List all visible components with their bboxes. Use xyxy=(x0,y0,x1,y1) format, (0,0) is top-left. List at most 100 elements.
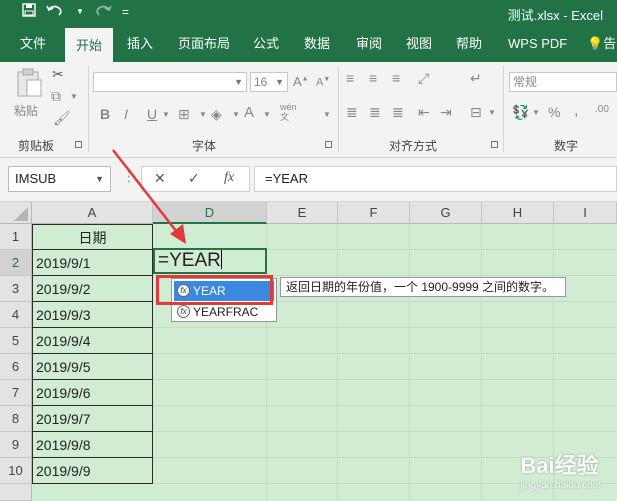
tab-formulas[interactable]: 公式 xyxy=(253,26,279,62)
number-format-select[interactable]: 常规 xyxy=(509,72,617,92)
merge-center-icon[interactable]: ⊟ xyxy=(470,104,482,121)
increase-decimal-icon[interactable]: .00 xyxy=(595,104,609,115)
tab-insert[interactable]: 插入 xyxy=(127,26,153,62)
borders-icon[interactable]: ⊞ xyxy=(178,106,190,123)
customize-qat-icon[interactable]: = xyxy=(122,5,129,19)
row-header-9[interactable]: 9 xyxy=(0,432,32,458)
font-color-dropdown-icon[interactable]: ▼ xyxy=(263,110,271,119)
cell-a1[interactable]: 日期 xyxy=(32,224,153,250)
autocomplete-item-yearfrac[interactable]: fx YEARFRAC xyxy=(174,302,274,322)
cut-icon[interactable]: ✂ xyxy=(52,66,64,83)
tab-home[interactable]: 开始 xyxy=(65,26,114,62)
font-name-select[interactable]: ▼ xyxy=(93,72,247,92)
fill-color-icon[interactable]: ◈ xyxy=(211,106,222,123)
format-painter-icon[interactable]: 🖌 xyxy=(53,110,71,127)
lightbulb-icon: 💡 xyxy=(587,36,604,51)
underline-dropdown-icon[interactable]: ▼ xyxy=(162,110,170,119)
column-header-f[interactable]: F xyxy=(338,202,410,224)
underline-button[interactable]: U xyxy=(147,106,157,122)
currency-dropdown-icon[interactable]: ▼ xyxy=(532,108,540,117)
row-header-11[interactable] xyxy=(0,484,32,501)
row-header-6[interactable]: 6 xyxy=(0,354,32,380)
cell-a5[interactable]: 2019/9/4 xyxy=(32,328,153,354)
row-header-3[interactable]: 3 xyxy=(0,276,32,302)
column-header-h[interactable]: H xyxy=(482,202,554,224)
phonetic-dropdown-icon[interactable]: ▼ xyxy=(323,110,331,119)
clipboard-launcher[interactable] xyxy=(75,141,82,148)
font-launcher[interactable] xyxy=(325,141,332,148)
comma-style-icon[interactable]: , xyxy=(574,102,578,120)
tab-review[interactable]: 审阅 xyxy=(356,26,382,62)
fill-dropdown-icon[interactable]: ▼ xyxy=(232,110,240,119)
select-all-corner[interactable] xyxy=(0,202,32,224)
alignment-launcher[interactable] xyxy=(491,141,498,148)
align-top-icon[interactable]: ≡ xyxy=(346,70,354,86)
row-header-2[interactable]: 2 xyxy=(0,250,32,276)
cell-a2[interactable]: 2019/9/1 xyxy=(32,250,153,276)
row-header-8[interactable]: 8 xyxy=(0,406,32,432)
copy-icon[interactable]: ⧉ xyxy=(51,88,61,105)
align-bottom-icon[interactable]: ≡ xyxy=(392,70,400,86)
cell-a8[interactable]: 2019/9/7 xyxy=(32,406,153,432)
cell-a3[interactable]: 2019/9/2 xyxy=(32,276,153,302)
insert-function-icon[interactable]: fx xyxy=(224,170,234,186)
column-header-a[interactable]: A xyxy=(32,202,153,224)
tab-data[interactable]: 数据 xyxy=(304,26,330,62)
tab-wps-pdf[interactable]: WPS PDF xyxy=(508,26,567,62)
tab-tell-me[interactable]: 💡告 xyxy=(587,26,616,62)
redo-icon[interactable] xyxy=(94,3,112,20)
formula-input[interactable]: =YEAR xyxy=(254,166,617,192)
worksheet-grid: A D E F G H I 1 2 3 4 5 6 7 8 9 10 日期 20… xyxy=(0,202,617,501)
cell-a6[interactable]: 2019/9/5 xyxy=(32,354,153,380)
row-header-5[interactable]: 5 xyxy=(0,328,32,354)
ribbon-home: 粘贴 ✂ ⧉ ▼ 🖌 剪贴板 ▼ 16 ▼ A▲ A▼ B I U ▼ ⊞ ▼ ◈… xyxy=(0,62,617,158)
active-cell-d2[interactable]: =YEAR xyxy=(153,248,267,274)
enter-icon[interactable]: ✓ xyxy=(188,170,200,187)
cell-a9[interactable]: 2019/9/8 xyxy=(32,432,153,458)
decrease-indent-icon[interactable]: ⇤ xyxy=(418,104,430,121)
wrap-text-icon[interactable]: ↵ xyxy=(470,70,482,87)
merge-dropdown-icon[interactable]: ▼ xyxy=(488,108,496,117)
align-right-icon[interactable]: ≣ xyxy=(392,104,404,121)
name-box[interactable]: IMSUB ▼ xyxy=(8,166,111,192)
shrink-font-icon[interactable]: A▼ xyxy=(316,76,330,89)
phonetic-guide-icon[interactable]: wén 文 xyxy=(280,102,297,122)
undo-icon[interactable] xyxy=(46,3,66,20)
percent-button[interactable]: % xyxy=(548,104,560,120)
increase-indent-icon[interactable]: ⇥ xyxy=(440,104,452,121)
column-header-d[interactable]: D xyxy=(153,202,267,224)
cell-a4[interactable]: 2019/9/3 xyxy=(32,302,153,328)
copy-dropdown-icon[interactable]: ▼ xyxy=(70,92,78,101)
font-size-select[interactable]: 16 ▼ xyxy=(250,72,288,92)
gridline xyxy=(337,224,338,501)
save-icon[interactable] xyxy=(22,3,36,20)
tab-page-layout[interactable]: 页面布局 xyxy=(178,26,230,62)
column-header-i[interactable]: I xyxy=(554,202,617,224)
bold-button[interactable]: B xyxy=(100,106,110,122)
cancel-icon[interactable]: ✕ xyxy=(154,170,166,187)
row-header-10[interactable]: 10 xyxy=(0,458,32,484)
cell-a10[interactable]: 2019/9/9 xyxy=(32,458,153,484)
group-divider xyxy=(503,66,504,152)
borders-dropdown-icon[interactable]: ▼ xyxy=(199,110,207,119)
currency-icon[interactable]: 💱 xyxy=(512,104,529,121)
tab-file[interactable]: 文件 xyxy=(20,26,46,62)
align-middle-icon[interactable]: ≡ xyxy=(369,70,377,86)
font-color-icon[interactable]: A xyxy=(244,104,254,121)
row-header-1[interactable]: 1 xyxy=(0,224,32,250)
tab-help[interactable]: 帮助 xyxy=(456,26,482,62)
cell-a7[interactable]: 2019/9/6 xyxy=(32,380,153,406)
column-header-e[interactable]: E xyxy=(267,202,338,224)
italic-button[interactable]: I xyxy=(124,106,128,122)
tab-view[interactable]: 视图 xyxy=(406,26,432,62)
orientation-icon[interactable]: ⤢ xyxy=(418,70,429,87)
paste-button[interactable]: 粘贴 xyxy=(14,68,44,120)
undo-dropdown-icon[interactable]: ▼ xyxy=(76,7,84,16)
align-left-icon[interactable]: ≣ xyxy=(346,104,358,121)
row-header-7[interactable]: 7 xyxy=(0,380,32,406)
align-center-icon[interactable]: ≣ xyxy=(369,104,381,121)
column-header-g[interactable]: G xyxy=(410,202,482,224)
ribbon-tabs: 文件 开始 插入 页面布局 公式 数据 审阅 视图 帮助 WPS PDF 💡告 xyxy=(0,26,617,62)
row-header-4[interactable]: 4 xyxy=(0,302,32,328)
grow-font-icon[interactable]: A▲ xyxy=(293,74,309,89)
